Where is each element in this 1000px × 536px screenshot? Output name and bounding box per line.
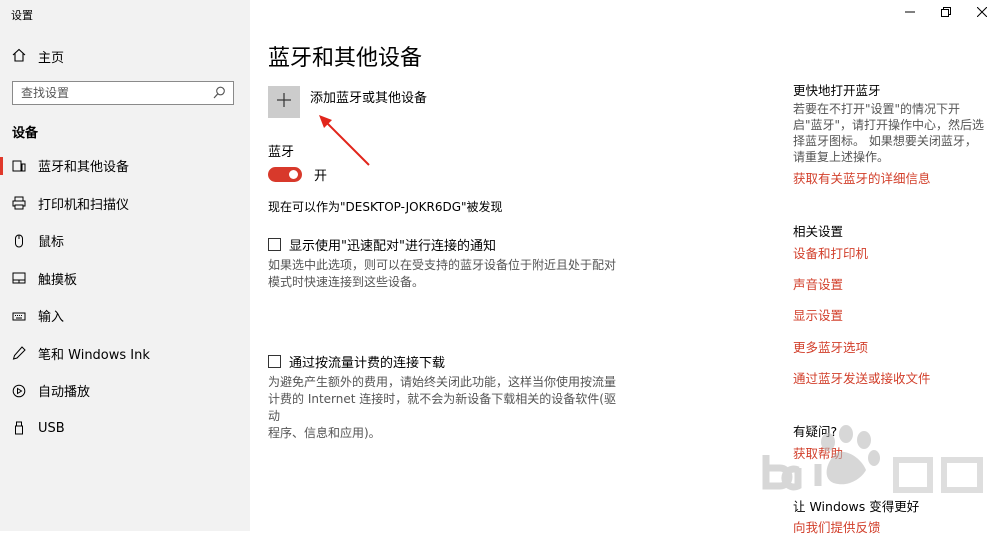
pen-icon <box>12 346 26 360</box>
metered-download-label: 通过按流量计费的连接下载 <box>289 356 446 371</box>
sidebar-item-touchpad[interactable]: 触摸板 <box>0 260 250 298</box>
minimize-icon <box>905 6 915 21</box>
metered-desc-line: 为避免产生额外的费用，请始终关闭此功能，这样当你使用按流量 <box>268 375 617 389</box>
sidebar-nav: 蓝牙和其他设备 打印机和扫描仪 鼠标 触摸板 输入 笔和 Windows Ink… <box>0 147 250 447</box>
toggle-knob <box>289 170 298 179</box>
quick-text-line: 若要在不打开"设置"的情况下开 <box>793 102 961 116</box>
home-icon <box>12 48 26 66</box>
bluetooth-info-link[interactable]: 获取有关蓝牙的详细信息 <box>793 168 931 187</box>
plus-icon <box>277 93 291 111</box>
bluetooth-toggle[interactable] <box>268 167 302 182</box>
sidebar-item-usb[interactable]: USB <box>0 410 250 448</box>
sidebar-item-label: USB <box>38 420 65 436</box>
swift-pair-description: 如果选中此选项，则可以在受支持的蓝牙设备位于附近且处于配对 模式时快速连接到这些… <box>268 257 618 291</box>
search-box[interactable] <box>12 81 234 105</box>
sidebar-item-label: 蓝牙和其他设备 <box>38 160 130 176</box>
related-settings-heading: 相关设置 <box>793 224 844 239</box>
metered-desc-line: 程序、信息和应用)。 <box>268 426 381 440</box>
sound-settings-link[interactable]: 声音设置 <box>793 274 843 293</box>
sidebar-item-label: 打印机和扫描仪 <box>38 197 130 213</box>
sidebar-item-pen[interactable]: 笔和 Windows Ink <box>0 335 250 373</box>
sidebar-item-label: 输入 <box>38 310 65 326</box>
sidebar-item-autoplay[interactable]: 自动播放 <box>0 372 250 410</box>
bluetooth-toggle-row: 开 <box>268 165 327 184</box>
touchpad-icon <box>12 271 26 285</box>
autoplay-icon <box>12 384 26 398</box>
keyboard-icon <box>12 309 26 323</box>
page-title: 蓝牙和其他设备 <box>268 46 423 71</box>
sidebar-item-typing[interactable]: 输入 <box>0 297 250 335</box>
devices-printers-link[interactable]: 设备和打印机 <box>793 243 868 262</box>
restore-icon <box>941 6 951 21</box>
search-icon[interactable] <box>213 86 226 103</box>
add-device-label[interactable]: 添加蓝牙或其他设备 <box>310 87 427 106</box>
quick-bluetooth-text: 若要在不打开"设置"的情况下开 启"蓝牙"，请打开操作中心，然后选 择蓝牙图标。… <box>793 101 993 165</box>
bluetooth-label: 蓝牙 <box>268 145 295 160</box>
mouse-icon <box>12 234 26 248</box>
sidebar-item-mouse[interactable]: 鼠标 <box>0 222 250 260</box>
quick-text-line: 择蓝牙图标。 如果想要关闭蓝牙， <box>793 134 977 148</box>
home-label: 主页 <box>38 51 65 66</box>
quick-text-line: 请重复上述操作。 <box>793 150 890 164</box>
send-receive-files-link[interactable]: 通过蓝牙发送或接收文件 <box>793 368 931 387</box>
metered-download-checkbox[interactable] <box>268 355 281 368</box>
quick-bluetooth-heading: 更快地打开蓝牙 <box>793 83 881 98</box>
swift-pair-label: 显示使用"迅速配对"进行连接的通知 <box>289 239 496 254</box>
metered-download-checkbox-row[interactable]: 通过按流量计费的连接下载 <box>268 352 445 371</box>
sidebar-item-printers[interactable]: 打印机和扫描仪 <box>0 185 250 223</box>
bluetooth-state-label: 开 <box>314 169 328 184</box>
discoverable-text: 现在可以作为"DESKTOP-JOKR6DG"被发现 <box>268 200 503 214</box>
metered-download-description: 为避免产生额外的费用，请始终关闭此功能，这样当你使用按流量 计费的 Intern… <box>268 374 618 442</box>
swift-pair-checkbox-row[interactable]: 显示使用"迅速配对"进行连接的通知 <box>268 235 496 254</box>
swift-pair-desc-line: 模式时快速连接到这些设备。 <box>268 275 425 289</box>
swift-pair-checkbox[interactable] <box>268 238 281 251</box>
close-icon <box>976 6 988 21</box>
restore-button[interactable] <box>928 0 964 26</box>
annotation-arrow-icon <box>319 115 370 166</box>
add-device-tile[interactable] <box>268 86 300 118</box>
sidebar-item-label: 触摸板 <box>38 272 78 288</box>
display-settings-link[interactable]: 显示设置 <box>793 305 843 324</box>
baidu-watermark-logo <box>762 425 983 493</box>
sidebar-item-label: 笔和 Windows Ink <box>38 347 150 363</box>
sidebar-item-label: 自动播放 <box>38 385 91 401</box>
home-link[interactable]: 主页 <box>12 47 64 66</box>
swift-pair-desc-line: 如果选中此选项，则可以在受支持的蓝牙设备位于附近且处于配对 <box>268 258 617 272</box>
sidebar: 设置 主页 设备 蓝牙和其他设备 打印机和扫描仪 <box>0 0 250 531</box>
usb-icon <box>12 421 26 435</box>
printer-icon <box>12 196 26 210</box>
search-input[interactable] <box>13 82 211 104</box>
quick-text-line: 启"蓝牙"，请打开操作中心，然后选 <box>793 118 985 132</box>
window-controls <box>892 0 1000 26</box>
sidebar-item-bluetooth[interactable]: 蓝牙和其他设备 <box>0 147 250 185</box>
section-heading-devices: 设备 <box>12 126 39 141</box>
minimize-button[interactable] <box>892 0 928 26</box>
metered-desc-line: 计费的 Internet 连接时，就不会为新设备下载相关的设备软件(驱动 <box>268 392 616 423</box>
sidebar-item-label: 鼠标 <box>38 235 65 251</box>
close-button[interactable] <box>964 0 1000 26</box>
window-title: 设置 <box>11 9 33 22</box>
more-bluetooth-options-link[interactable]: 更多蓝牙选项 <box>793 337 868 356</box>
bluetooth-devices-icon <box>12 159 26 173</box>
